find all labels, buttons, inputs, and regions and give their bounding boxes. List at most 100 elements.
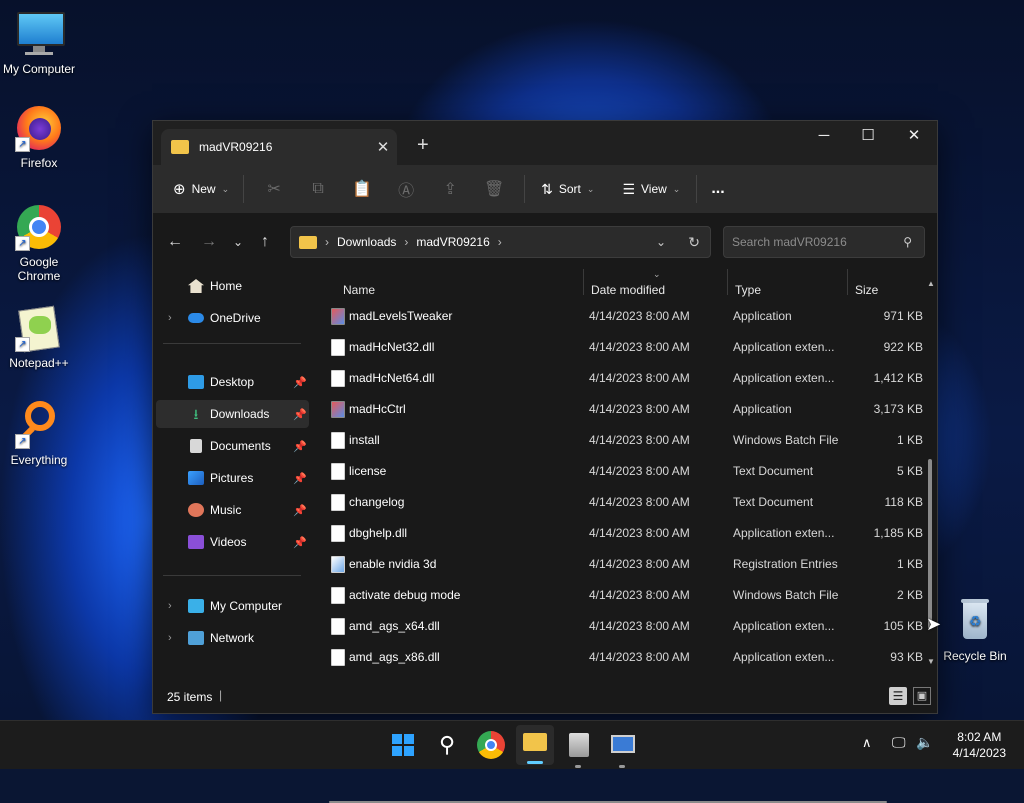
desktop-icon-everything[interactable]: ↗ Everything [1,401,77,467]
archive-app-icon[interactable] [565,731,593,768]
sidebar-item-pictures[interactable]: Pictures 📌 [156,464,309,492]
sidebar-divider [163,343,301,344]
tab-madvr09216[interactable]: madVR09216 ✕ [161,129,397,165]
share-icon[interactable]: ⇪ [428,179,472,199]
new-tab-button[interactable]: + [417,134,429,157]
expand-chevron-icon[interactable]: › [168,312,172,324]
desktop-icon-recycle-bin[interactable]: ♻ Recycle Bin [937,597,1013,663]
file-explorer-window: madVR09216 ✕ + ─ ☐ ✕ ⊕ New ⌄ ✂ ⧉ 📋 Ⓐ ⇪ 🗑… [152,120,938,803]
column-divider[interactable] [583,269,584,295]
up-arrow-icon[interactable]: ↑ [261,233,269,251]
file-row[interactable]: madHcNet32.dll 4/14/2023 8:00 AM Applicati… [327,332,923,363]
terminal-app-icon[interactable] [609,731,637,768]
sort-button[interactable]: ⇅ Sort ⌄ [541,181,594,198]
sidebar-item-downloads[interactable]: ⭳ Downloads 📌 [156,400,309,428]
desktop-icon-notepad-plus-plus[interactable]: ↗ Notepad++ [1,304,77,370]
address-history-chevron-icon[interactable]: ⌄ [656,235,666,249]
view-button[interactable]: ☰ View ⌄ [622,181,680,198]
file-row[interactable]: enable nvidia 3d 4/14/2023 8:00 AM Registr… [327,549,923,580]
cut-icon[interactable]: ✂ [252,179,296,199]
show-hidden-icons-chevron-icon[interactable]: ∧ [862,735,872,751]
file-name: dbghelp.dll [349,526,408,540]
column-divider[interactable] [847,269,848,295]
paste-icon[interactable]: 📋 [340,179,384,199]
search-icon[interactable]: ⚲ [433,731,461,759]
chrome-icon[interactable] [477,731,505,759]
sidebar-item-videos[interactable]: Videos 📌 [156,528,309,556]
sidebar-item-home[interactable]: Home [156,272,309,300]
desktop-icon-google-chrome[interactable]: ↗ Google Chrome [1,203,77,283]
file-row[interactable]: install 4/14/2023 8:00 AM Windows Batch Fi… [327,425,923,456]
sidebar-item-documents[interactable]: Documents 📌 [156,432,309,460]
file-type: Application [733,309,792,323]
details-view-icon[interactable]: ☰ [889,687,907,705]
maximize-button[interactable]: ☐ [845,121,891,153]
file-row[interactable]: amd_ags_x64.dll 4/14/2023 8:00 AM Applicat… [327,611,923,642]
close-tab-icon[interactable]: ✕ [369,138,397,156]
expand-chevron-icon[interactable]: › [168,600,172,612]
desktop-icon-firefox[interactable]: ↗ Firefox [1,104,77,170]
file-date-modified: 4/14/2023 8:00 AM [589,340,690,354]
expand-chevron-icon[interactable]: › [168,632,172,644]
column-divider[interactable] [727,269,728,295]
breadcrumb-downloads[interactable]: Downloads [337,235,396,249]
start-button[interactable] [389,731,417,759]
desktop-icon-label: Google Chrome [17,255,61,283]
search-box[interactable]: Search madVR09216 ⚲ [723,226,925,258]
file-row[interactable]: amd_ags_x86.dll 4/14/2023 8:00 AM Applicat… [327,642,923,673]
batch-file-icon [331,432,345,449]
close-window-button[interactable]: ✕ [891,121,937,153]
item-count: 25 items [167,690,213,704]
desktop-icon-my-computer[interactable]: My Computer [1,10,77,76]
column-header-type[interactable]: Type [735,283,761,297]
status-bar: 25 items | ☰ ▣ [153,681,937,713]
more-options-button[interactable]: ... [711,180,724,198]
file-row[interactable]: madHcNet64.dll 4/14/2023 8:00 AM Applicati… [327,363,923,394]
file-name: madHcNet64.dll [349,371,435,385]
scroll-down-icon[interactable]: ▼ [927,657,935,666]
sidebar-item-my-computer[interactable]: › My Computer [156,592,309,620]
pin-icon[interactable]: 📌 [293,376,307,389]
mouse-cursor-icon: ➤ [926,614,942,634]
shortcut-arrow-icon: ↗ [15,137,30,152]
sidebar-item-desktop[interactable]: Desktop 📌 [156,368,309,396]
file-row[interactable]: activate debug mode 4/14/2023 8:00 AM Wind… [327,580,923,611]
sidebar-item-network[interactable]: › Network [156,624,309,652]
tiles-view-icon[interactable]: ▣ [913,687,931,705]
address-bar[interactable]: › Downloads › madVR09216 › ⌄ ↻ [290,226,711,258]
back-arrow-icon[interactable]: ← [167,233,183,251]
vertical-scrollbar[interactable]: ▲ ▼ [927,269,935,669]
column-header-date[interactable]: Date modified [591,283,665,297]
breadcrumb-madvr09216[interactable]: madVR09216 [416,235,489,249]
delete-icon[interactable]: 🗑 [472,179,516,199]
recent-locations-chevron-icon[interactable]: ⌄ [233,235,243,249]
sidebar-item-onedrive[interactable]: › OneDrive [156,304,309,332]
file-type: Text Document [733,495,814,509]
pin-icon[interactable]: 📌 [293,408,307,421]
volume-icon[interactable]: 🔈 [916,734,933,751]
pin-icon[interactable]: 📌 [293,440,307,453]
file-type: Application [733,402,792,416]
minimize-button[interactable]: ─ [801,121,847,153]
new-button[interactable]: ⊕ New ⌄ [173,180,229,198]
file-explorer-taskbar-button[interactable] [516,725,554,765]
forward-arrow-icon[interactable]: → [201,233,217,251]
file-row[interactable]: madLevelsTweaker 4/14/2023 8:00 AM Applica… [327,301,923,332]
system-clock[interactable]: 8:02 AM 4/14/2023 [953,729,1006,761]
file-row[interactable]: changelog 4/14/2023 8:00 AM Text Document 1… [327,487,923,518]
file-row[interactable]: license 4/14/2023 8:00 AM Text Document 5 K… [327,456,923,487]
scroll-up-icon[interactable]: ▲ [927,279,935,288]
rename-icon[interactable]: Ⓐ [384,177,428,201]
file-row[interactable]: dbghelp.dll 4/14/2023 8:00 AM Application … [327,518,923,549]
pin-icon[interactable]: 📌 [293,472,307,485]
scrollbar-thumb[interactable] [928,459,932,629]
refresh-icon[interactable]: ↻ [688,234,700,251]
network-status-icon[interactable]: 🖵 [892,734,906,751]
file-row[interactable]: madHcCtrl 4/14/2023 8:00 AM Application 3,1… [327,394,923,425]
column-header-name[interactable]: Name [343,283,375,297]
pin-icon[interactable]: 📌 [293,536,307,549]
copy-icon[interactable]: ⧉ [296,180,340,198]
column-header-size[interactable]: Size [855,283,878,297]
pin-icon[interactable]: 📌 [293,504,307,517]
sidebar-item-music[interactable]: Music 📌 [156,496,309,524]
